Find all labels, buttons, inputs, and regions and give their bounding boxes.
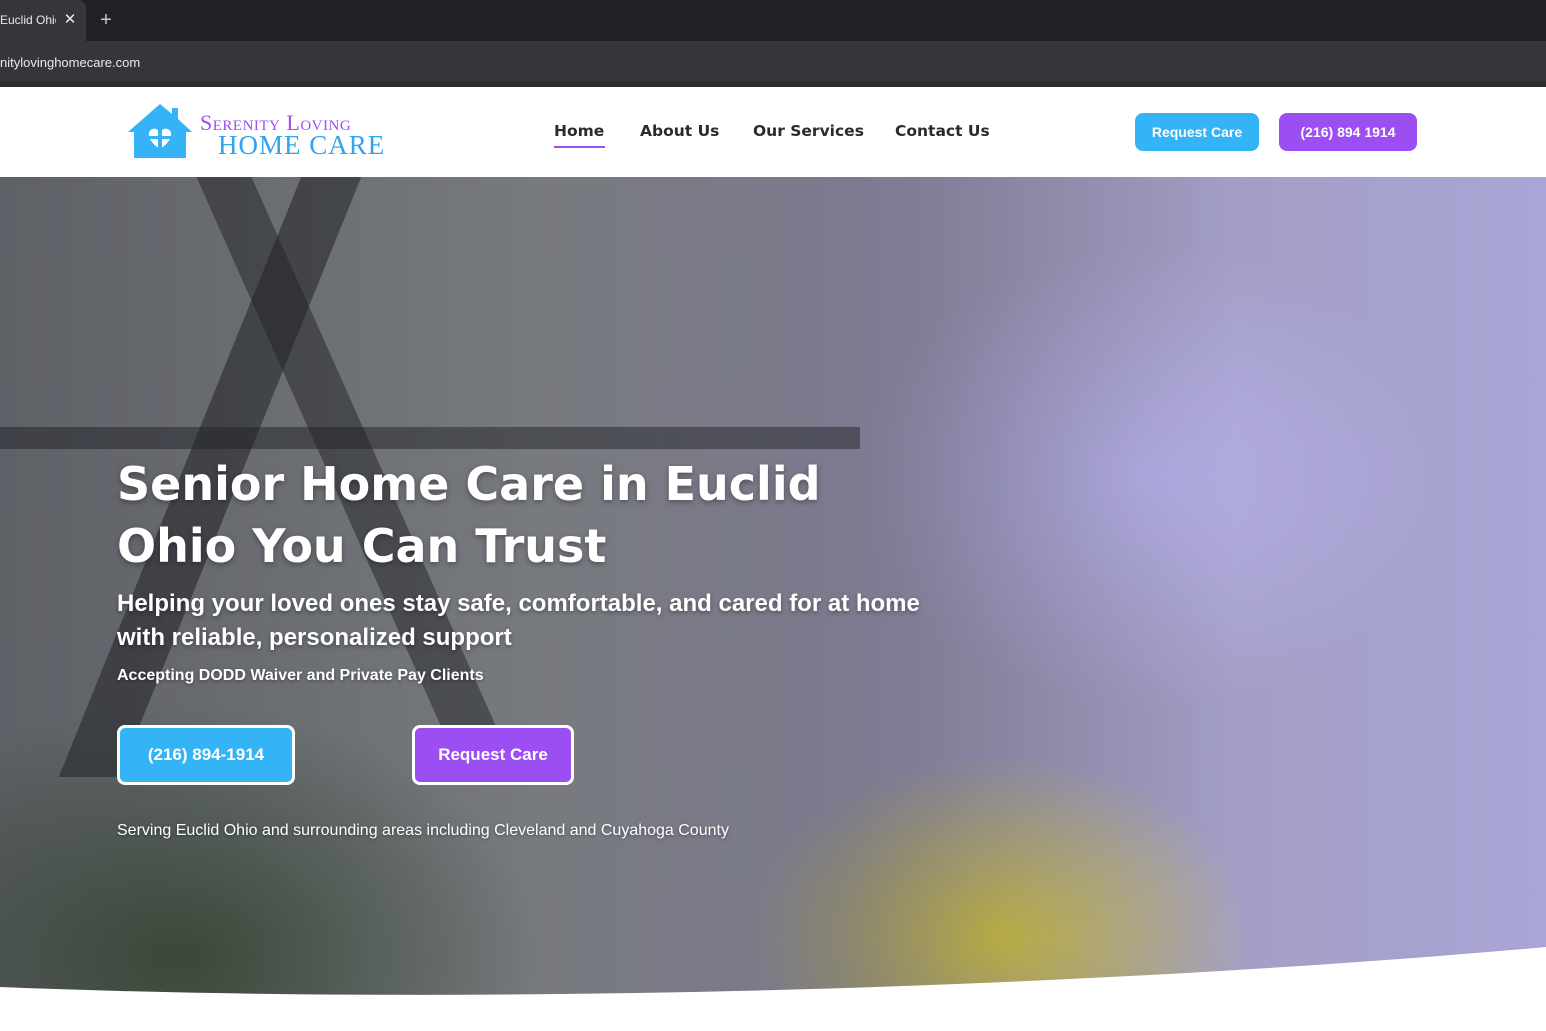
nav-contact-us[interactable]: Contact Us [895,122,990,140]
browser-tab[interactable]: Euclid Ohio ✕ [0,0,86,41]
new-tab-plus-icon[interactable]: + [96,9,116,31]
site-logo[interactable]: Serenity Loving HOME CARE [126,102,396,162]
hero-accepting-text: Accepting DODD Waiver and Private Pay Cl… [117,667,484,684]
nav-active-indicator [554,146,605,148]
tab-title: Euclid Ohio [0,13,56,27]
logo-text-line2: HOME CARE [218,130,386,160]
site-header: Serenity Loving HOME CARE Home About Us … [0,87,1546,177]
browser-tab-bar: Euclid Ohio ✕ + [0,0,1546,41]
header-phone-button[interactable]: (216) 894 1914 [1279,113,1417,151]
hero-section: Senior Home Care in Euclid Ohio You Can … [0,177,1546,1031]
nav-home[interactable]: Home [554,122,604,140]
hero-phone-button[interactable]: (216) 894-1914 [117,725,295,785]
hero-serving-area-text: Serving Euclid Ohio and surrounding area… [117,822,729,839]
nav-about-us[interactable]: About Us [640,122,719,140]
url-text[interactable]: nitylovinghomecare.com [0,55,140,70]
close-icon[interactable]: ✕ [62,10,78,30]
address-bar[interactable]: nitylovinghomecare.com [0,41,1546,81]
hero-title: Senior Home Care in Euclid Ohio You Can … [117,457,821,573]
nav-our-services[interactable]: Our Services [753,122,864,140]
house-heart-icon [128,104,192,158]
hero-bottom-curve [0,947,1546,1031]
hero-request-care-button[interactable]: Request Care [412,725,574,785]
header-request-care-button[interactable]: Request Care [1135,113,1259,151]
hero-subtitle: Helping your loved ones stay safe, comfo… [117,590,920,651]
